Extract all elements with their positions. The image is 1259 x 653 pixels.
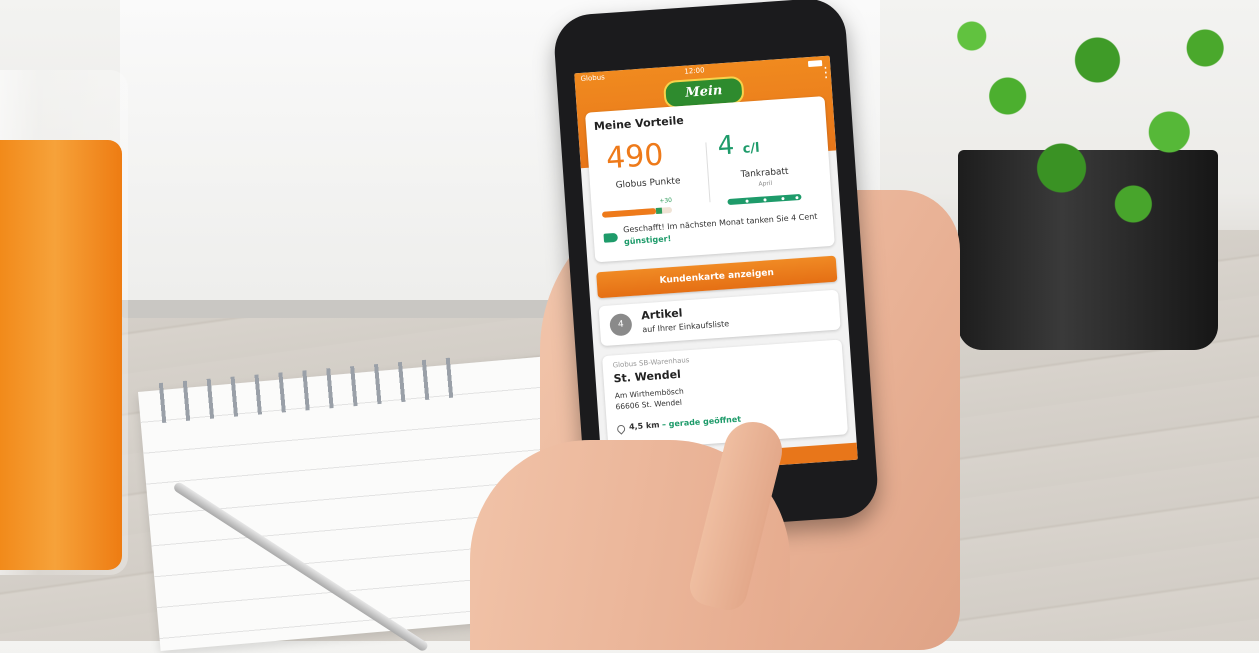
orange-juice <box>0 140 122 570</box>
points-value: 490 <box>605 137 665 177</box>
shopping-list-count-badge: 4 <box>609 313 633 337</box>
promo-message: Geschafft! Im nächsten Monat tanken Sie … <box>622 211 818 235</box>
tank-dot <box>763 197 767 202</box>
store-distance: 4,5 km <box>628 420 660 432</box>
store-open-status: – gerade geöffnet <box>661 414 742 430</box>
points-label: Globus Punkte <box>615 176 681 191</box>
plant-leaves <box>900 0 1259 240</box>
tank-value-unit: c/l <box>742 140 761 157</box>
tank-dot <box>795 195 799 199</box>
phone-screen: Globus 12:00 Mein Globus ⋮ Meine Vorteil… <box>574 55 858 478</box>
shopping-list-title: Artikel <box>640 306 683 323</box>
tank-discount-value: 4 c/l <box>716 129 761 162</box>
points-progress-bar <box>601 206 673 218</box>
tank-value-number: 4 <box>716 130 736 162</box>
carrier-label: Globus <box>580 73 606 83</box>
tag-icon <box>603 232 619 243</box>
points-progress-fill <box>601 208 656 218</box>
shopping-list-card[interactable]: 4 Artikel auf Ihrer Einkaufsliste <box>598 289 841 347</box>
location-pin-icon <box>615 423 627 435</box>
store-name: St. Wendel <box>613 367 682 386</box>
points-bonus-fill <box>655 207 662 215</box>
shopping-list-subtitle: auf Ihrer Einkaufsliste <box>641 319 730 335</box>
tank-dot <box>781 196 785 200</box>
tank-progress-bar <box>727 193 802 206</box>
vorteile-title: Meine Vorteile <box>593 113 685 134</box>
store-city: 66606 St. Wendel <box>615 397 683 412</box>
vorteile-card[interactable]: Meine Vorteile 490 Globus Punkte +30 4 c… <box>584 96 835 263</box>
tank-dot <box>745 199 749 203</box>
store-card[interactable]: Globus SB-Warenhaus St. Wendel Am Wirthe… <box>602 339 849 451</box>
clock: 12:00 <box>684 66 705 76</box>
promo-highlight: günstiger! <box>623 234 672 247</box>
promo-text: Geschafft! Im nächsten Monat tanken Sie … <box>623 210 824 248</box>
points-bonus: +30 <box>659 196 673 205</box>
divider <box>705 142 711 203</box>
more-menu-icon[interactable]: ⋮ <box>818 64 833 81</box>
